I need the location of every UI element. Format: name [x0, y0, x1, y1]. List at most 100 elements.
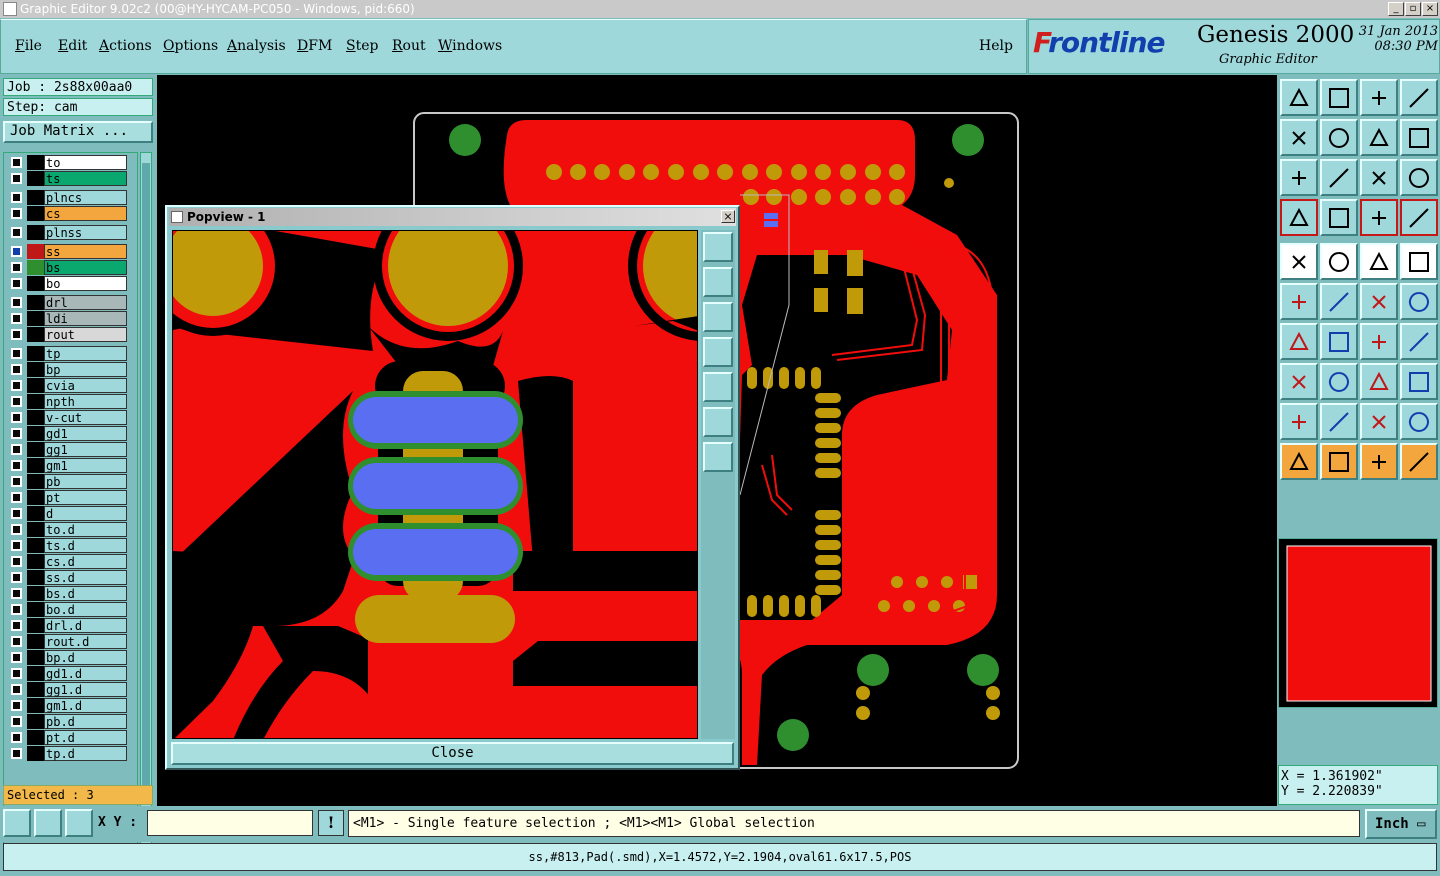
menu-actions[interactable]: Actions	[99, 38, 152, 54]
layer-swatch[interactable]	[27, 327, 44, 342]
layer-row-tp.d[interactable]: tp.d	[7, 746, 137, 761]
menu-help[interactable]: Help	[979, 38, 1013, 54]
layer-checkbox[interactable]	[11, 636, 22, 647]
layer-name[interactable]: to	[44, 155, 127, 170]
layer-swatch[interactable]	[27, 474, 44, 489]
layer-checkbox[interactable]	[11, 246, 22, 257]
layer-swatch[interactable]	[27, 506, 44, 521]
popview-zoom-fit-icon[interactable]	[703, 407, 733, 437]
layer-swatch[interactable]	[27, 618, 44, 633]
layer-checkbox[interactable]	[11, 492, 22, 503]
layer-name[interactable]: ts.d	[44, 538, 127, 553]
layer-row-bo[interactable]: bo	[7, 276, 137, 291]
layer-swatch[interactable]	[27, 225, 44, 240]
layer-row-ss[interactable]: ss	[7, 244, 137, 259]
layer-row-plncs[interactable]: plncs	[7, 190, 137, 205]
angle-snap-icon[interactable]	[34, 809, 62, 837]
layer-name[interactable]: pt.d	[44, 730, 127, 745]
popview-close-icon[interactable]: ×	[721, 210, 735, 223]
layer-swatch[interactable]	[27, 458, 44, 473]
layer-name[interactable]: plnss	[44, 225, 127, 240]
layer-name[interactable]: cs	[44, 206, 127, 221]
layer-name[interactable]: drl	[44, 295, 127, 310]
move-pad-icon[interactable]	[1280, 363, 1318, 400]
connect-icon[interactable]	[1280, 283, 1318, 320]
layer-checkbox[interactable]	[11, 412, 22, 423]
snap-icon[interactable]	[3, 809, 31, 837]
layer-swatch[interactable]	[27, 260, 44, 275]
layer-row-drl.d[interactable]: drl.d	[7, 618, 137, 633]
layer-checkbox[interactable]	[11, 444, 22, 455]
menu-options[interactable]: Options	[163, 38, 218, 54]
undo-view-icon[interactable]	[1360, 119, 1398, 156]
layer-name[interactable]: bs.d	[44, 586, 127, 601]
popview-close-button[interactable]: Close	[171, 742, 734, 765]
layer-checkbox[interactable]	[11, 540, 22, 551]
layer-swatch[interactable]	[27, 244, 44, 259]
layer-name[interactable]: pb.d	[44, 714, 127, 729]
layer-name[interactable]: cvia	[44, 378, 127, 393]
layer-name[interactable]: d	[44, 506, 127, 521]
layer-name[interactable]: drl.d	[44, 618, 127, 633]
layer-swatch[interactable]	[27, 171, 44, 186]
layer-checkbox[interactable]	[11, 227, 22, 238]
layer-row-rout[interactable]: rout	[7, 327, 137, 342]
layer-checkbox[interactable]	[11, 684, 22, 695]
slash-icon[interactable]	[1320, 323, 1358, 360]
layer-checkbox[interactable]	[11, 173, 22, 184]
layer-swatch[interactable]	[27, 155, 44, 170]
menu-dfm[interactable]: DFM	[297, 38, 332, 54]
layer-swatch[interactable]	[27, 698, 44, 713]
layer-name[interactable]: gg1	[44, 442, 127, 457]
popview-canvas[interactable]	[172, 230, 698, 739]
layer-row-gg1[interactable]: gg1	[7, 442, 137, 457]
zoom-center-icon[interactable]	[1320, 159, 1358, 196]
layer-swatch[interactable]	[27, 730, 44, 745]
menu-analysis[interactable]: Analysis	[227, 38, 286, 54]
layer-swatch[interactable]	[27, 538, 44, 553]
popview-zoom-in-icon[interactable]	[703, 232, 733, 262]
layer-name[interactable]: pt	[44, 490, 127, 505]
pointer-box-icon[interactable]	[1320, 443, 1358, 480]
layer-up-icon[interactable]	[1280, 79, 1318, 116]
close-window-button[interactable]: ×	[1422, 2, 1438, 16]
layer-name[interactable]: bo.d	[44, 602, 127, 617]
layer-name[interactable]: plncs	[44, 190, 127, 205]
pan-left-icon[interactable]	[1280, 119, 1318, 156]
triangle-icon[interactable]	[1280, 403, 1318, 440]
pad-icon[interactable]	[1400, 243, 1438, 280]
layer-row-to.d[interactable]: to.d	[7, 522, 137, 537]
layer-checkbox[interactable]	[11, 476, 22, 487]
layer-row-gd1.d[interactable]: gd1.d	[7, 666, 137, 681]
layer-swatch[interactable]	[27, 714, 44, 729]
layer-checkbox[interactable]	[11, 428, 22, 439]
menu-step[interactable]: Step	[346, 38, 378, 54]
feature-info-icon[interactable]	[1280, 243, 1318, 280]
layer-name[interactable]: tp.d	[44, 746, 127, 761]
layer-swatch[interactable]	[27, 586, 44, 601]
net-select-icon[interactable]	[1360, 199, 1398, 236]
layer-name[interactable]: ldi	[44, 311, 127, 326]
maximize-button[interactable]: ▫	[1405, 2, 1421, 16]
text-a-icon[interactable]	[1360, 403, 1398, 440]
snap-grid-icon[interactable]	[1280, 199, 1318, 236]
layer-row-cs[interactable]: cs	[7, 206, 137, 221]
split-view-icon[interactable]	[1400, 79, 1438, 116]
xy-input[interactable]	[147, 810, 313, 836]
layer-row-pt[interactable]: pt	[7, 490, 137, 505]
angle-icon[interactable]	[1280, 323, 1318, 360]
layer-name[interactable]: gm1.d	[44, 698, 127, 713]
layer-swatch[interactable]	[27, 410, 44, 425]
layer-checkbox[interactable]	[11, 348, 22, 359]
layer-row-ldi[interactable]: ldi	[7, 311, 137, 326]
layer-name[interactable]: cs.d	[44, 554, 127, 569]
layer-swatch[interactable]	[27, 634, 44, 649]
layer-swatch[interactable]	[27, 522, 44, 537]
info-button[interactable]: !	[318, 810, 344, 836]
route-icon[interactable]	[1400, 443, 1438, 480]
layer-row-v-cut[interactable]: v-cut	[7, 410, 137, 425]
scroll-thumb[interactable]	[142, 163, 150, 803]
layer-checkbox[interactable]	[11, 588, 22, 599]
layer-swatch[interactable]	[27, 426, 44, 441]
layer-checkbox[interactable]	[11, 604, 22, 615]
